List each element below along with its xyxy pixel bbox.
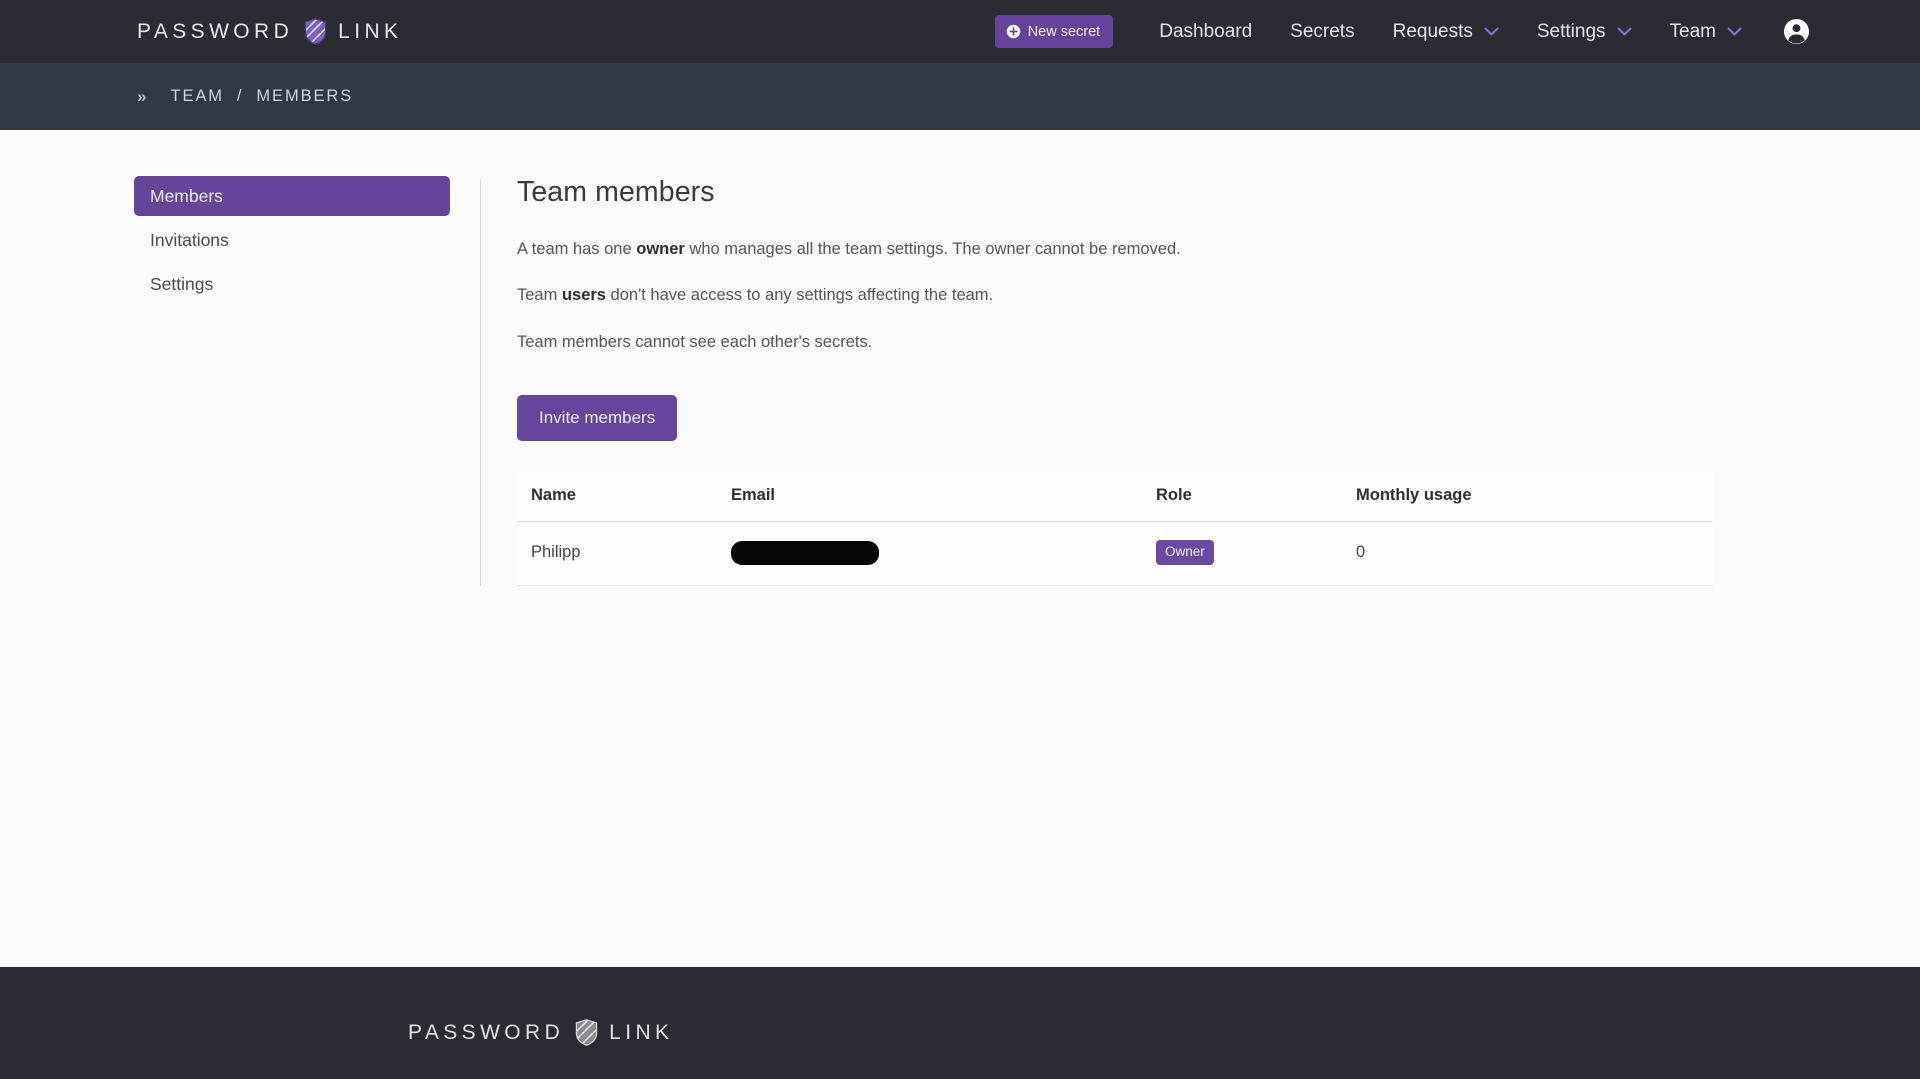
nav-item-dashboard[interactable]: Dashboard [1140,21,1271,43]
chevron-down-icon [1617,27,1632,36]
invite-members-button[interactable]: Invite members [517,395,677,441]
members-table: Name Email Role Monthly usage Philipp Ow… [517,472,1713,586]
info-paragraph-owner: A team has one owner who manages all the… [517,239,1920,260]
nav-item-requests[interactable]: Requests [1374,21,1518,43]
sidebar-item-settings[interactable]: Settings [134,264,450,304]
info-paragraph-users: Team users don't have access to any sett… [517,285,1920,306]
shield-icon [575,1019,598,1046]
cell-role: Owner [1142,522,1342,586]
column-header-email: Email [717,472,1142,522]
chevron-down-icon [1727,27,1742,36]
shield-icon [304,18,327,45]
brand-word-left: PASSWORD [137,20,293,44]
breadcrumb-bar: » TEAM / MEMBERS [0,63,1920,130]
status-badge: Owner [1156,540,1214,565]
nav-label-requests: Requests [1393,21,1473,43]
nav-item-team[interactable]: Team [1651,21,1761,43]
redacted-email-bar [731,541,879,565]
top-header: PASSWORD LINK [0,0,1920,63]
shield-icon-svg [304,18,327,45]
footer-shield-icon-svg [575,1019,598,1046]
new-secret-button[interactable]: New secret [995,15,1114,48]
page-footer: PASSWORD LINK [0,967,1920,1079]
settings-sidebar: Members Invitations Settings [134,176,480,586]
column-header-monthly-usage: Monthly usage [1342,472,1713,522]
nav-label-secrets: Secrets [1290,21,1354,43]
nav-item-secrets[interactable]: Secrets [1271,21,1373,43]
content-layout: Members Invitations Settings Team member… [0,130,1920,586]
nav-item-settings[interactable]: Settings [1518,21,1651,43]
account-circle-icon[interactable] [1761,18,1810,45]
brand-logo[interactable]: PASSWORD LINK [137,18,402,45]
breadcrumb-arrows-icon: » [137,87,144,107]
paragraph-pre: Team [517,286,562,304]
nav-label-settings: Settings [1537,21,1606,43]
info-paragraph-secrets: Team members cannot see each other's sec… [517,332,1920,353]
table-header-row: Name Email Role Monthly usage [517,472,1713,522]
sidebar-item-label: Invitations [150,230,229,251]
main-content: Team members A team has one owner who ma… [481,176,1920,586]
cell-name: Philipp [517,522,717,586]
sidebar-item-label: Settings [150,274,213,295]
new-secret-label: New secret [1028,24,1101,40]
sidebar-item-members[interactable]: Members [134,176,450,216]
table-row[interactable]: Philipp Owner 0 [517,522,1713,586]
footer-brand-logo[interactable]: PASSWORD LINK [408,1019,673,1046]
breadcrumb-separator: / [237,87,243,106]
sidebar-item-label: Members [150,186,223,207]
footer-brand-word-left: PASSWORD [408,1021,564,1045]
main-nav: New secret Dashboard Secrets Requests Se… [995,15,1920,48]
paragraph-strong: owner [636,240,685,258]
paragraph-post: don't have access to any settings affect… [606,286,993,304]
breadcrumb-item-team[interactable]: TEAM [170,87,223,106]
chevron-down-icon [1484,27,1499,36]
paragraph-post: who manages all the team settings. The o… [685,240,1181,258]
paragraph-strong: users [562,286,606,304]
footer-brand-word-right: LINK [609,1021,673,1045]
page-title: Team members [517,176,1920,209]
nav-label-dashboard: Dashboard [1159,21,1252,43]
nav-label-team: Team [1670,21,1716,43]
breadcrumb-item-members: MEMBERS [256,87,353,106]
cell-email [717,522,1142,586]
page-body: Members Invitations Settings Team member… [0,130,1920,967]
paragraph-pre: A team has one [517,240,636,258]
members-table-head: Name Email Role Monthly usage [517,472,1713,522]
plus-circle-icon [1006,24,1021,39]
sidebar-item-invitations[interactable]: Invitations [134,220,450,260]
cell-monthly-usage: 0 [1342,522,1713,586]
paragraph-pre: Team members cannot see each other's sec… [517,333,872,351]
column-header-role: Role [1142,472,1342,522]
members-table-body: Philipp Owner 0 [517,522,1713,586]
column-header-name: Name [517,472,717,522]
brand-word-right: LINK [338,20,402,44]
